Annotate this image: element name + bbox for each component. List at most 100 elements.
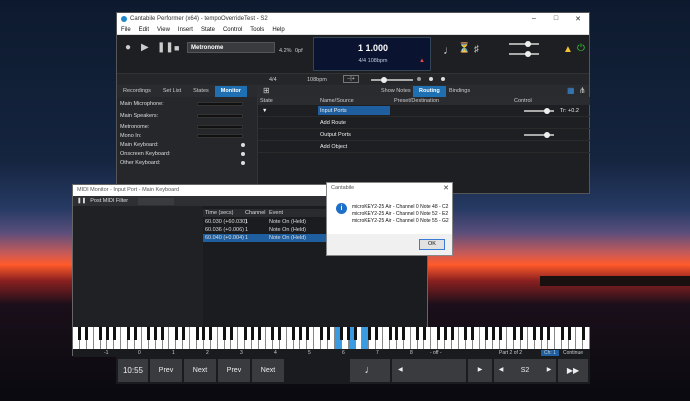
black-key[interactable] <box>416 327 420 340</box>
black-key[interactable] <box>223 327 227 340</box>
share-icon[interactable]: ⋔ <box>579 86 586 96</box>
master-volume-slider[interactable] <box>509 41 539 47</box>
ok-button[interactable]: OK <box>419 239 445 250</box>
prev-part-arrow[interactable]: ▶ <box>468 359 492 382</box>
black-key[interactable] <box>99 327 103 340</box>
master-pan-slider[interactable] <box>509 51 539 57</box>
menu-control[interactable]: Control <box>223 27 242 33</box>
level-slider[interactable] <box>524 132 554 138</box>
black-key[interactable] <box>540 327 544 340</box>
maximize-button[interactable]: □ <box>545 15 567 23</box>
black-key[interactable] <box>533 327 537 340</box>
level-slider[interactable] <box>524 108 554 114</box>
black-key[interactable] <box>567 327 571 340</box>
black-key[interactable] <box>326 327 330 340</box>
menu-file[interactable]: File <box>121 27 131 33</box>
black-key[interactable] <box>292 327 296 340</box>
song-button[interactable]: S2 <box>508 359 542 382</box>
song-name-field[interactable]: Metronome <box>187 42 275 53</box>
continue-button[interactable]: ▶▶ <box>558 359 588 382</box>
warning-icon[interactable]: ▲ <box>563 45 573 55</box>
black-key[interactable] <box>464 327 468 340</box>
prev-song-button[interactable]: Prev <box>218 359 250 382</box>
black-key[interactable] <box>423 327 427 340</box>
routing-row[interactable]: ▼ Input Ports Tr: +0.2 <box>258 105 590 117</box>
black-key[interactable] <box>319 327 323 340</box>
stop-icon[interactable]: ■ <box>174 43 179 53</box>
menu-help[interactable]: Help <box>272 27 284 33</box>
black-key[interactable] <box>305 327 309 340</box>
black-key[interactable] <box>161 327 165 340</box>
black-key[interactable] <box>85 327 89 340</box>
menu-view[interactable]: View <box>157 27 170 33</box>
black-key[interactable] <box>154 327 158 340</box>
previous-part-button[interactable]: ◀ <box>392 359 466 382</box>
minimize-button[interactable]: – <box>523 15 545 23</box>
black-key[interactable] <box>126 327 130 340</box>
black-key[interactable] <box>560 327 564 340</box>
pause-icon[interactable]: ❚❚ <box>157 43 174 53</box>
song-forward-arrow[interactable]: ▶ <box>542 359 556 382</box>
tab-recordings[interactable]: Recordings <box>117 86 157 97</box>
metronome-icon[interactable]: ⏳ <box>458 44 470 54</box>
black-key[interactable] <box>436 327 440 340</box>
black-key[interactable] <box>243 327 247 340</box>
power-icon[interactable]: ⏻ <box>577 44 585 54</box>
black-key[interactable] <box>209 327 213 340</box>
slider-thumb[interactable] <box>525 41 531 47</box>
grid-icon[interactable]: ⊞ <box>263 86 270 96</box>
note-icon[interactable]: ♩ <box>443 44 455 56</box>
prev-button[interactable]: Prev <box>150 359 182 382</box>
black-key[interactable] <box>105 327 109 340</box>
tempo-stepper[interactable]: −|+ <box>343 75 359 83</box>
tab-routing[interactable]: Routing <box>413 86 446 97</box>
black-key[interactable] <box>298 327 302 340</box>
black-key[interactable] <box>367 327 371 340</box>
note-button[interactable]: ♩ <box>350 359 390 382</box>
menu-tools[interactable]: Tools <box>250 27 264 33</box>
black-key[interactable] <box>388 327 392 340</box>
black-key[interactable] <box>278 327 282 340</box>
record-icon[interactable]: ● <box>125 43 131 53</box>
next-song-button[interactable]: Next <box>252 359 284 382</box>
black-key[interactable] <box>271 327 275 340</box>
black-key[interactable] <box>354 327 358 340</box>
expand-icon[interactable]: ▼ <box>262 108 267 114</box>
tab-states[interactable]: States <box>187 86 215 97</box>
black-key[interactable] <box>340 327 344 340</box>
routing-row[interactable]: Output Ports <box>258 129 590 141</box>
black-key[interactable] <box>202 327 206 340</box>
play-icon[interactable]: ▶ <box>141 43 149 53</box>
black-key[interactable] <box>347 327 351 340</box>
tab-monitor[interactable]: Monitor <box>214 86 247 97</box>
view-grid-icon[interactable]: ▦ <box>567 86 575 96</box>
black-key[interactable] <box>443 327 447 340</box>
black-key[interactable] <box>450 327 454 340</box>
black-key[interactable] <box>250 327 254 340</box>
black-key[interactable] <box>512 327 516 340</box>
black-key[interactable] <box>402 327 406 340</box>
black-key[interactable] <box>395 327 399 340</box>
next-button[interactable]: Next <box>184 359 216 382</box>
slider-thumb[interactable] <box>544 108 550 114</box>
channel-indicator[interactable]: Ch: 1 <box>541 350 559 356</box>
pause-icon[interactable]: ❚❚ <box>77 198 86 204</box>
menu-edit[interactable]: Edit <box>139 27 149 33</box>
black-key[interactable] <box>174 327 178 340</box>
black-key[interactable] <box>78 327 82 340</box>
tab-set-list[interactable]: Set List <box>157 86 187 97</box>
slider-thumb[interactable] <box>525 51 531 57</box>
tempo-slider[interactable] <box>371 77 413 83</box>
black-key[interactable] <box>133 327 137 340</box>
black-key[interactable] <box>519 327 523 340</box>
black-key[interactable] <box>491 327 495 340</box>
black-key[interactable] <box>374 327 378 340</box>
slider-thumb[interactable] <box>544 132 550 138</box>
routing-row[interactable]: Add Route <box>258 117 590 129</box>
close-icon[interactable]: ✕ <box>443 184 449 192</box>
black-key[interactable] <box>471 327 475 340</box>
black-key[interactable] <box>498 327 502 340</box>
black-key[interactable] <box>230 327 234 340</box>
tap-tempo-icon[interactable]: ♯ <box>474 45 479 55</box>
black-key[interactable] <box>195 327 199 340</box>
